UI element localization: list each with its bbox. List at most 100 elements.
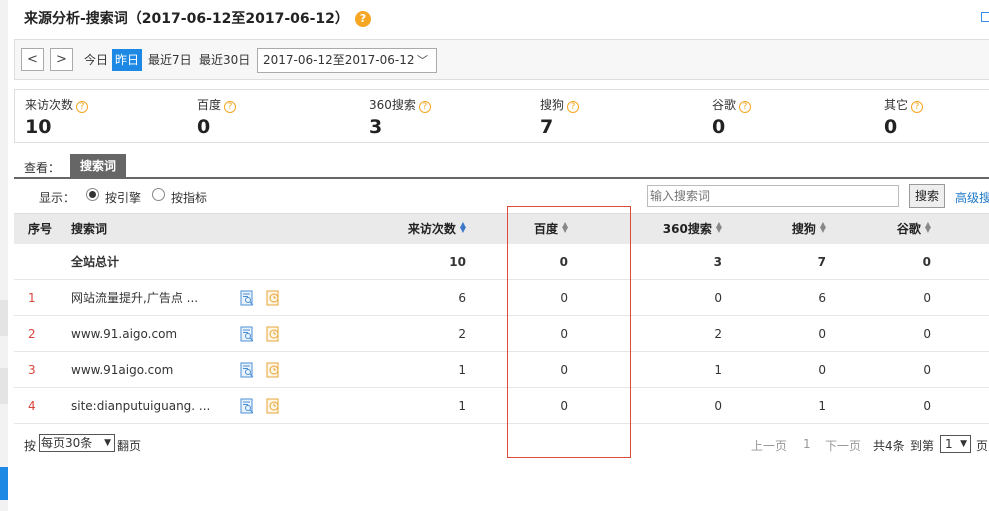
next-date-button[interactable]: > <box>50 48 73 71</box>
cell-keyword[interactable]: 网站流量提升,广告点 ... <box>71 280 198 316</box>
help-icon[interactable]: ? <box>76 101 89 113</box>
total-count: 共4条 <box>873 439 905 453</box>
stat-label: 其它 <box>884 98 909 112</box>
col-360[interactable]: 360搜索 ▲ ▼ <box>624 214 722 245</box>
radio-by-engine[interactable] <box>86 188 99 201</box>
table-row: 4 site:dianputuiguang. ... 1 0 0 1 0 <box>14 388 989 424</box>
col-baidu[interactable]: 百度 ▲ ▼ <box>534 214 568 245</box>
stat-baidu: 百度? 0 <box>197 96 237 138</box>
keyword-search-input[interactable] <box>647 185 899 207</box>
left-sidebar-strip <box>0 0 8 511</box>
stat-label: 百度 <box>197 98 222 112</box>
export-icon[interactable] <box>981 12 989 22</box>
cell-360: 0 <box>714 399 722 413</box>
table-row: 3 www.91aigo.com 1 0 1 0 0 <box>14 352 989 388</box>
table-row: 1 网站流量提升,广告点 ... 6 0 0 6 0 <box>14 280 989 316</box>
tab-search-words[interactable]: 搜索词 <box>70 154 126 178</box>
sort-icon[interactable]: ▲ ▼ <box>716 221 722 234</box>
sort-icon[interactable]: ▲ ▼ <box>562 221 568 234</box>
cell-visits: 10 <box>449 255 466 269</box>
per-page-value: 每页30条 <box>41 436 93 450</box>
cell-360: 2 <box>714 327 722 341</box>
radio-by-engine-label[interactable]: 按引擎 <box>105 189 141 206</box>
cell-visits: 2 <box>458 327 466 341</box>
col-360-label: 360搜索 <box>662 222 712 236</box>
advanced-search-link[interactable]: 高级搜 <box>955 189 989 206</box>
col-google-label: 谷歌 <box>896 222 921 236</box>
sort-icon[interactable]: ▲ ▼ <box>460 221 466 234</box>
prev-date-button[interactable]: < <box>21 48 44 71</box>
cell-index: 2 <box>28 327 36 341</box>
prev-page-link[interactable]: 上一页 <box>751 437 787 454</box>
cell-baidu: 0 <box>560 291 568 305</box>
range-today[interactable]: 今日 <box>81 49 111 71</box>
chevron-down-icon: ▼ <box>104 438 111 448</box>
help-icon[interactable]: ? <box>418 101 431 113</box>
date-range-select[interactable]: 2017-06-12至2017-06-12 ﹀ <box>257 48 437 73</box>
cell-google: 0 <box>923 399 931 413</box>
search-detail-icon[interactable] <box>239 398 255 414</box>
help-icon[interactable]: ? <box>354 11 371 27</box>
cell-google: 0 <box>923 291 931 305</box>
col-visits-label: 来访次数 <box>407 222 456 236</box>
stat-value: 3 <box>369 116 383 138</box>
trend-clock-icon[interactable] <box>265 326 281 342</box>
col-index: 序号 <box>28 222 53 236</box>
table-row: 2 www.91.aigo.com 2 0 2 0 0 <box>14 316 989 352</box>
sidebar-segment <box>0 368 8 404</box>
cell-keyword[interactable]: site:dianputuiguang. ... <box>71 388 210 424</box>
radio-by-metric[interactable] <box>152 188 165 201</box>
sidebar-active-indicator[interactable] <box>0 467 8 500</box>
help-icon[interactable]: ? <box>739 101 752 113</box>
date-toolbar: < > 今日 昨日 最近7日 最近30日 2017-06-12至2017-06-… <box>14 39 989 80</box>
stat-value: 0 <box>712 116 726 138</box>
range-last7[interactable]: 最近7日 <box>145 49 195 71</box>
date-range-value: 2017-06-12至2017-06-12 <box>263 53 415 67</box>
sort-icon[interactable]: ▲ ▼ <box>820 221 826 234</box>
trend-clock-icon[interactable] <box>265 398 281 414</box>
sidebar-segment <box>0 300 8 336</box>
help-icon[interactable]: ? <box>224 101 237 113</box>
stat-visits: 来访次数? 10 <box>25 96 89 138</box>
search-detail-icon[interactable] <box>239 290 255 306</box>
col-visits[interactable]: 来访次数 ▲ ▼ <box>366 214 466 245</box>
cell-sogou: 1 <box>818 399 826 413</box>
search-button[interactable]: 搜索 <box>909 184 945 208</box>
search-detail-icon[interactable] <box>239 326 255 342</box>
cell-keyword[interactable]: www.91.aigo.com <box>71 316 177 352</box>
cell-keyword[interactable]: www.91aigo.com <box>71 352 173 388</box>
range-last30[interactable]: 最近30日 <box>196 49 253 71</box>
stat-value: 0 <box>884 116 898 138</box>
search-words-table: 序号 搜索词 来访次数 ▲ ▼ 百度 ▲ ▼ 360搜索 ▲ ▼ 搜狗 ▲ ▼ 谷歌 ▲ ▼ 全站总… <box>14 213 989 424</box>
trend-clock-icon[interactable] <box>265 362 281 378</box>
cell-visits: 1 <box>458 363 466 377</box>
page-select[interactable]: 1 ▼ <box>940 435 971 453</box>
help-icon[interactable]: ? <box>567 101 580 113</box>
stat-label: 来访次数 <box>25 98 74 112</box>
table-header: 序号 搜索词 来访次数 ▲ ▼ 百度 ▲ ▼ 360搜索 ▲ ▼ 搜狗 ▲ ▼ 谷歌 ▲ ▼ <box>14 213 989 244</box>
pager-by-label: 按 <box>24 439 37 453</box>
col-sogou[interactable]: 搜狗 ▲ ▼ <box>766 214 826 245</box>
search-detail-icon[interactable] <box>239 362 255 378</box>
cell-baidu: 0 <box>560 327 568 341</box>
sort-icon[interactable]: ▲ ▼ <box>925 221 931 234</box>
per-page-select[interactable]: 每页30条 ▼ <box>39 434 115 452</box>
stats-summary: 来访次数? 10 百度? 0 360搜索? 3 搜狗? 7 谷歌? 0 其它? … <box>14 89 989 143</box>
cell-index: 3 <box>28 363 36 377</box>
col-google[interactable]: 谷歌 ▲ ▼ <box>874 214 931 245</box>
stat-other: 其它? 0 <box>884 96 924 138</box>
col-baidu-label: 百度 <box>534 222 559 236</box>
radio-by-metric-label[interactable]: 按指标 <box>171 189 207 206</box>
next-page-link[interactable]: 下一页 <box>825 437 861 454</box>
cell-visits: 1 <box>458 399 466 413</box>
trend-clock-icon[interactable] <box>265 290 281 306</box>
current-page[interactable]: 1 <box>803 437 811 451</box>
view-label: 查看： <box>24 161 61 175</box>
display-label: 显示： <box>39 191 76 205</box>
goto-label: 到第 <box>910 439 935 453</box>
cell-360: 3 <box>713 255 722 269</box>
cell-sogou: 6 <box>818 291 826 305</box>
range-yesterday[interactable]: 昨日 <box>112 49 143 71</box>
page-title: 来源分析-搜索词（2017-06-12至2017-06-12）? <box>24 8 371 28</box>
help-icon[interactable]: ? <box>911 101 924 113</box>
